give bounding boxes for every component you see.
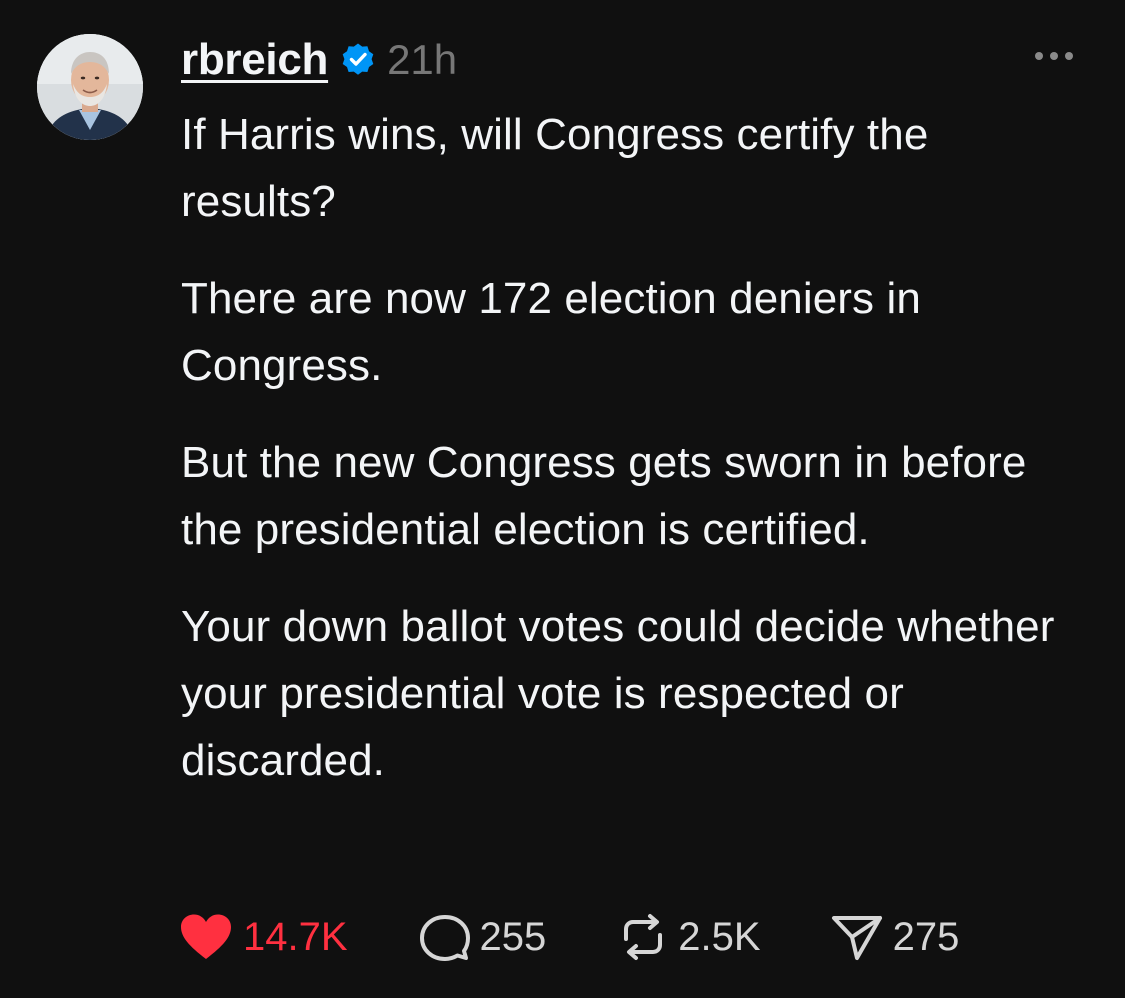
- reply-count: 255: [479, 914, 547, 959]
- post-body: If Harris wins, will Congress certify th…: [181, 101, 1091, 824]
- reply-button[interactable]: 255: [419, 913, 547, 961]
- post-paragraph: But the new Congress gets sworn in befor…: [181, 438, 1027, 554]
- repost-button[interactable]: 2.5K: [618, 913, 761, 961]
- more-options-icon[interactable]: [1031, 44, 1077, 68]
- post-header: rbreich 21h: [181, 30, 457, 90]
- send-icon: [831, 916, 882, 960]
- comment-icon: [419, 915, 470, 961]
- share-count: 275: [892, 914, 960, 959]
- like-count: 14.7K: [243, 914, 348, 959]
- avatar-photo-icon: [37, 34, 143, 140]
- post-paragraph: Your down ballot votes could decide whet…: [181, 602, 1055, 785]
- post-paragraph: If Harris wins, will Congress certify th…: [181, 110, 929, 226]
- repost-count: 2.5K: [678, 914, 761, 959]
- author-username[interactable]: rbreich: [181, 35, 328, 85]
- post-timestamp: 21h: [387, 36, 458, 83]
- verified-badge-icon: [340, 42, 376, 78]
- heart-icon: [181, 914, 231, 959]
- like-button[interactable]: 14.7K: [179, 913, 348, 961]
- repost-icon: [624, 914, 663, 960]
- share-button[interactable]: 275: [831, 913, 960, 961]
- thread-post: rbreich 21h If Harris wins, will Congres…: [0, 0, 1125, 998]
- post-actions: 14.7K 255 2.5K 275: [179, 909, 959, 965]
- author-avatar[interactable]: [37, 34, 143, 140]
- post-paragraph: There are now 172 election deniers in Co…: [181, 274, 921, 390]
